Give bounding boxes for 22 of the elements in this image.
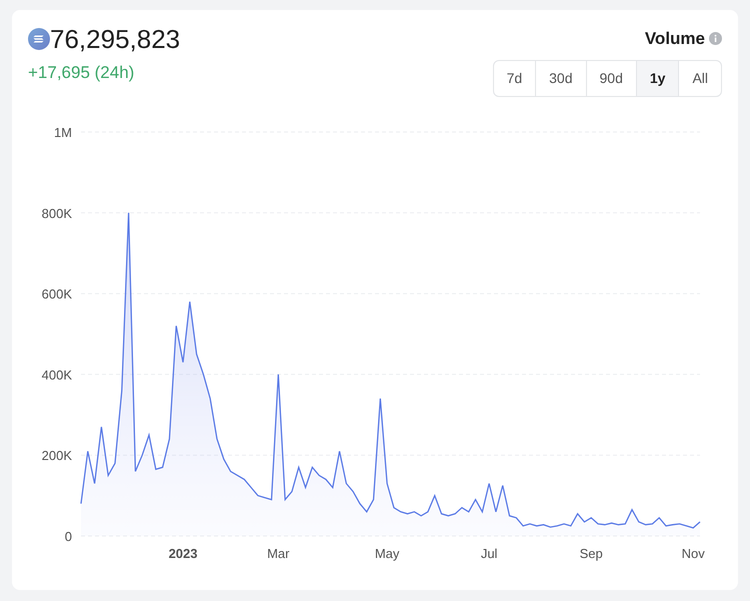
y-axis-label: 200K	[42, 448, 72, 463]
y-axis-label: 1M	[54, 124, 72, 140]
change-value: +17,695 (24h)	[28, 62, 136, 84]
range-tab[interactable]: 1y	[636, 60, 680, 96]
range-tab[interactable]: 90d	[586, 60, 637, 96]
range-tab[interactable]: 30d	[535, 60, 586, 96]
x-axis-label: 2023	[168, 546, 198, 560]
coin-icon	[28, 28, 50, 50]
x-axis-label: Nov	[682, 546, 705, 560]
range-tab[interactable]: 7d	[492, 60, 536, 96]
y-axis-label: 600K	[42, 286, 72, 302]
range-tab[interactable]: All	[678, 60, 722, 96]
x-axis-label: May	[374, 546, 400, 560]
x-axis-label: Mar	[267, 546, 290, 560]
y-axis-label: 800K	[42, 205, 72, 220]
y-axis-label: 0	[64, 528, 72, 544]
x-axis-label: Sep	[580, 546, 603, 560]
x-axis-label: Jul	[480, 546, 498, 560]
y-axis-label: 400K	[42, 366, 72, 382]
total-value: 76,295,823	[50, 26, 180, 52]
info-icon[interactable]	[709, 32, 722, 46]
metric-title: Volume	[644, 28, 705, 50]
